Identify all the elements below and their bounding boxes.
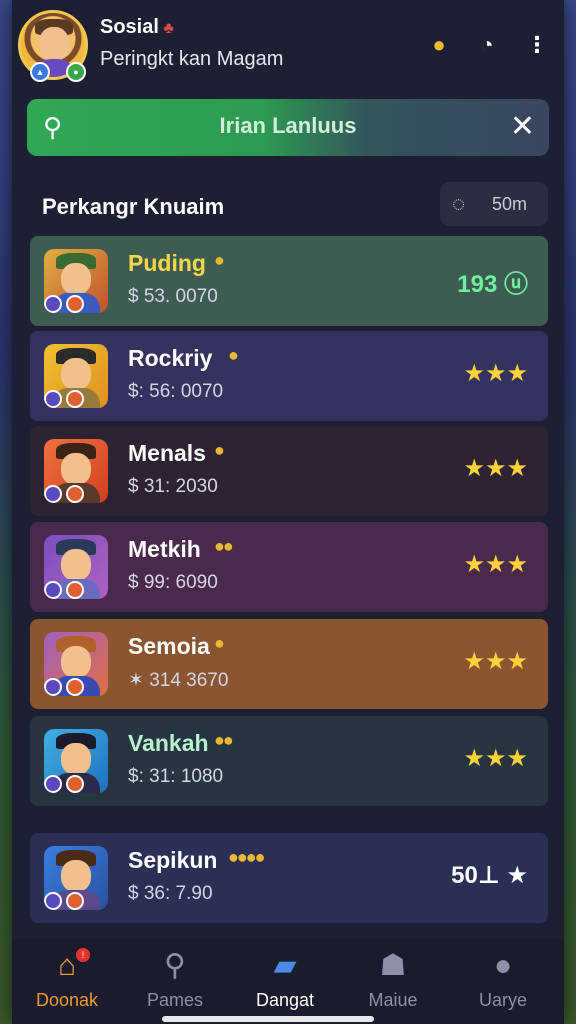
- home-indicator: [162, 1016, 374, 1022]
- coin-icon: ●●: [214, 536, 234, 556]
- search-text: Irian Lanluus: [219, 113, 357, 138]
- player-score: $: 56: 0070: [128, 381, 224, 402]
- player-avatar: [44, 249, 108, 313]
- player-rating: 193 ⓤ: [457, 271, 528, 298]
- player-name: Vankah: [128, 730, 209, 756]
- coin-icon: ●: [214, 633, 225, 653]
- search-person-icon: ⚲: [164, 949, 186, 982]
- player-rating: 50⊥ ★: [451, 862, 528, 889]
- player-rating: ★★★: [463, 648, 528, 675]
- leaderboard-panel: Perkangr Knuaim ◌ 50m Puding ● $ 53. 0070 1…: [30, 176, 550, 936]
- search-bar[interactable]: ⚲ Irian Lanluus ✕: [27, 99, 549, 156]
- player-score: $: 31: 1080: [128, 766, 224, 787]
- notification-badge: !: [76, 948, 90, 962]
- lock-icon: ☗: [379, 949, 407, 982]
- coin-icon: ●: [214, 250, 225, 270]
- player-name: Metkih: [128, 536, 201, 562]
- badge-icon: ●: [66, 62, 86, 82]
- home-icon: ⌂: [57, 949, 77, 982]
- nav-item-lock[interactable]: ☗ Maiue: [338, 946, 448, 1020]
- page-title: Sosial ♣: [100, 16, 174, 38]
- player-score: $ 31: 2030: [128, 476, 218, 497]
- leaderboard-row[interactable]: Menals ● $ 31: 2030 ★★★: [30, 426, 548, 516]
- nav-item-home[interactable]: ⌂ ! Doonak: [12, 946, 122, 1020]
- page-subtitle: Peringkt kan Magam: [100, 48, 284, 70]
- player-avatar: [44, 632, 108, 696]
- player-name: Semoia: [128, 633, 210, 659]
- filter-button[interactable]: ◌ 50m: [440, 182, 548, 226]
- player-score: $ 53. 0070: [128, 286, 218, 307]
- leaderboard-row[interactable]: Sepikun ●●●● $ 36: 7.90 50⊥ ★: [30, 833, 548, 923]
- player-score: $ 36: 7.90: [128, 883, 213, 904]
- player-name: Sepikun: [128, 847, 218, 873]
- nav-item-profile[interactable]: ● Uarye: [448, 946, 558, 1020]
- player-rating: ★★★: [463, 745, 528, 772]
- section-title: Perkangr Knuaim: [42, 194, 225, 219]
- player-rating: ★★★: [463, 455, 528, 482]
- chat-icon: ▰: [273, 949, 297, 982]
- reward-icon[interactable]: ●: [424, 30, 454, 60]
- player-avatar: [44, 344, 108, 408]
- player-avatar: [44, 846, 108, 910]
- player-avatar: [44, 729, 108, 793]
- leaderboard-row[interactable]: Puding ● $ 53. 0070 193 ⓤ: [30, 236, 548, 326]
- player-score: ✶ 314 3670: [128, 670, 229, 691]
- bottom-nav: ⌂ ! Doonak ⚲ Pames ▰ Dangat ☗ Maiue ● Ua…: [12, 938, 564, 1024]
- more-menu-icon[interactable]: ⋮: [522, 30, 552, 60]
- user-icon: ●: [493, 949, 513, 982]
- leaderboard-row[interactable]: Vankah ●● $: 31: 1080 ★★★: [30, 716, 548, 806]
- player-avatar: [44, 439, 108, 503]
- chat-bubble-icon[interactable]: ◔: [472, 30, 502, 60]
- leaderboard-row[interactable]: Semoia ● ✶ 314 3670 ★★★: [30, 619, 548, 709]
- player-avatar: [44, 535, 108, 599]
- leaderboard-row[interactable]: Rockriy ● $: 56: 0070 ★★★: [30, 331, 548, 421]
- player-name: Menals: [128, 440, 206, 466]
- nav-item-games[interactable]: ⚲ Pames: [120, 946, 230, 1020]
- close-icon[interactable]: ✕: [510, 109, 535, 145]
- nav-item-chat[interactable]: ▰ Dangat: [230, 946, 340, 1020]
- coin-icon: ●●●●: [228, 847, 265, 867]
- coin-icon: ●●: [214, 730, 234, 750]
- player-rating: ★★★: [463, 360, 528, 387]
- player-name: Puding: [128, 250, 206, 276]
- badge-icon: ▲: [30, 62, 50, 82]
- coin-icon: ●: [228, 345, 239, 365]
- coin-icon: ●: [214, 440, 225, 460]
- player-rating: ★★★: [463, 551, 528, 578]
- player-name: Rockriy: [128, 345, 213, 371]
- header: ▲ ● Sosial ♣ Peringkt kan Magam ● ◔ ⋮: [18, 10, 548, 84]
- player-score: $ 99: 6090: [128, 572, 218, 593]
- leaderboard-row[interactable]: Metkih ●● $ 99: 6090 ★★★: [30, 522, 548, 612]
- chat-icon: ◌: [452, 191, 466, 216]
